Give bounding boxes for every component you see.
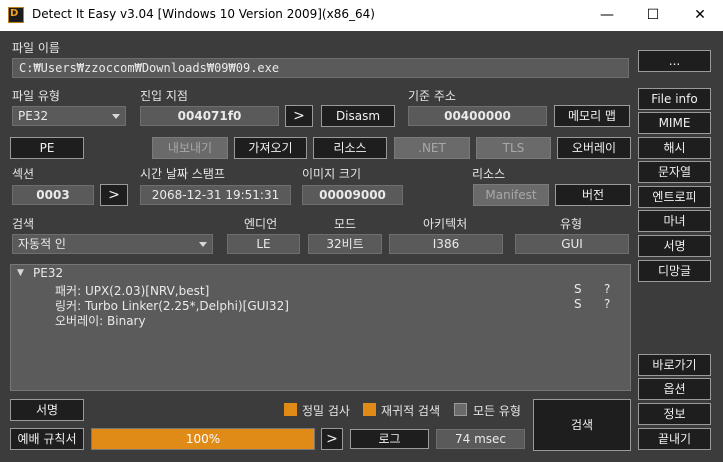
file-type-label: 파일 유형 bbox=[12, 89, 60, 103]
image-size-label: 이미지 크기 bbox=[302, 167, 362, 181]
endian-field: LE bbox=[227, 234, 300, 254]
type-field: GUI bbox=[515, 234, 629, 254]
mode-field: 32비트 bbox=[308, 234, 382, 254]
options-button[interactable]: 옵션 bbox=[638, 378, 711, 400]
tree-row-linker-q[interactable]: ? bbox=[604, 297, 610, 311]
timestamp-field[interactable]: 2068-12-31 19:51:31 bbox=[140, 185, 291, 205]
net-button[interactable]: .NET bbox=[394, 137, 470, 159]
main-panel: 파일 이름 C:₩Users₩zzoccom₩Downloads₩09₩09.e… bbox=[0, 31, 723, 462]
all-types-checkbox[interactable] bbox=[454, 403, 467, 416]
file-info-button[interactable]: File info bbox=[638, 88, 711, 110]
shortcuts-button[interactable]: 바로가기 bbox=[638, 354, 711, 376]
progress-go-button[interactable]: > bbox=[321, 428, 343, 450]
maximize-button[interactable]: ☐ bbox=[630, 0, 676, 31]
close-button[interactable]: ✕ bbox=[677, 0, 723, 31]
base-address-label: 기준 주소 bbox=[408, 89, 456, 103]
deep-scan-checkbox[interactable] bbox=[284, 403, 297, 416]
mode-label: 모드 bbox=[334, 217, 357, 231]
file-name-label: 파일 이름 bbox=[12, 41, 60, 55]
file-type-value: PE32 bbox=[18, 109, 49, 123]
browse-button[interactable]: ... bbox=[638, 50, 711, 72]
scan-mode-value: 자동적 인 bbox=[18, 237, 66, 251]
strings-button[interactable]: 문자열 bbox=[638, 161, 711, 183]
app-logo-icon: D bbox=[8, 7, 24, 23]
tree-root-label[interactable]: PE32 bbox=[33, 266, 63, 280]
endian-label: 엔디언 bbox=[244, 217, 278, 231]
sections-count-field: 0003 bbox=[12, 185, 94, 205]
mime-button[interactable]: MIME bbox=[638, 112, 711, 134]
chevron-down-icon bbox=[112, 114, 120, 119]
version-button[interactable]: 버전 bbox=[555, 184, 631, 206]
scan-time-field: 74 msec bbox=[436, 429, 525, 449]
app-logo-letter: D bbox=[10, 8, 19, 19]
type-label: 유형 bbox=[560, 217, 583, 231]
window-title: Detect It Easy v3.04 [Windows 10 Version… bbox=[32, 7, 375, 21]
tree-row-linker-s[interactable]: S bbox=[574, 297, 582, 311]
pe-button[interactable]: PE bbox=[10, 137, 84, 159]
resources-group-label: 리소스 bbox=[472, 167, 506, 181]
exit-button[interactable]: 끝내기 bbox=[638, 428, 711, 450]
import-button[interactable]: 가져오기 bbox=[234, 137, 307, 159]
rules-button[interactable]: 예배 규칙서 bbox=[10, 428, 84, 450]
scan-button[interactable]: 검색 bbox=[533, 399, 631, 451]
scan-mode-select[interactable]: 자동적 인 bbox=[12, 234, 213, 254]
memory-map-button[interactable]: 메모리 맵 bbox=[554, 105, 630, 127]
entropy-button[interactable]: 엔트로피 bbox=[638, 186, 711, 208]
sections-label: 섹션 bbox=[12, 167, 35, 181]
base-address-field[interactable]: 00400000 bbox=[408, 106, 547, 126]
file-path-field[interactable]: C:₩Users₩zzoccom₩Downloads₩09₩09.exe bbox=[12, 58, 629, 78]
resources-button[interactable]: 리소스 bbox=[313, 137, 387, 159]
minimize-button[interactable]: — bbox=[584, 0, 630, 31]
manifest-button[interactable]: Manifest bbox=[473, 184, 549, 206]
log-button[interactable]: 로그 bbox=[350, 429, 429, 449]
scan-mode-label: 검색 bbox=[12, 217, 35, 231]
scan-results-tree[interactable]: ▼ PE32 패커: UPX(2.03)[NRV,best] S ? 링커: T… bbox=[10, 264, 631, 391]
about-button[interactable]: 정보 bbox=[638, 403, 711, 425]
file-type-select[interactable]: PE32 bbox=[12, 106, 126, 126]
arrow-right-icon: > bbox=[293, 108, 305, 124]
title-bar: D Detect It Easy v3.04 [Windows 10 Versi… bbox=[0, 0, 723, 31]
recursive-scan-checkbox[interactable] bbox=[363, 403, 376, 416]
disasm-button[interactable]: Disasm bbox=[321, 105, 395, 127]
tree-row-packer-q[interactable]: ? bbox=[604, 282, 610, 296]
collapse-arrow-icon[interactable]: ▼ bbox=[17, 268, 24, 278]
architecture-label: 아키텍처 bbox=[423, 217, 468, 231]
tree-row-overlay[interactable]: 오버레이: Binary bbox=[55, 312, 146, 329]
overlay-button[interactable]: 오버레이 bbox=[557, 137, 631, 159]
scan-progress-bar: 100% bbox=[91, 428, 315, 450]
chevron-down-icon bbox=[199, 242, 207, 247]
hash-button[interactable]: 해시 bbox=[638, 137, 711, 159]
arrow-right-icon: > bbox=[326, 431, 338, 447]
entry-point-label: 진입 지점 bbox=[140, 89, 188, 103]
deep-scan-label: 정밀 검사 bbox=[302, 404, 350, 418]
arrow-right-icon: > bbox=[108, 187, 120, 203]
entry-point-field[interactable]: 004071f0 bbox=[140, 106, 279, 126]
hex-button[interactable]: 마녀 bbox=[638, 210, 711, 232]
timestamp-label: 시간 날짜 스탬프 bbox=[140, 167, 225, 181]
image-size-field[interactable]: 00009000 bbox=[302, 185, 403, 205]
all-types-label: 모든 유형 bbox=[473, 404, 521, 418]
demangle-button[interactable]: 디망글 bbox=[638, 260, 711, 282]
entry-point-go-button[interactable]: > bbox=[285, 105, 313, 127]
sections-go-button[interactable]: > bbox=[100, 184, 128, 206]
signature-button[interactable]: 서명 bbox=[638, 235, 711, 257]
progress-text: 100% bbox=[185, 432, 221, 446]
export-button[interactable]: 내보내기 bbox=[152, 137, 228, 159]
tree-row-packer-s[interactable]: S bbox=[574, 282, 582, 296]
tls-button[interactable]: TLS bbox=[476, 137, 551, 159]
signatures-button[interactable]: 서명 bbox=[10, 399, 84, 421]
recursive-scan-label: 재귀적 검색 bbox=[381, 404, 441, 418]
architecture-field: I386 bbox=[389, 234, 503, 254]
